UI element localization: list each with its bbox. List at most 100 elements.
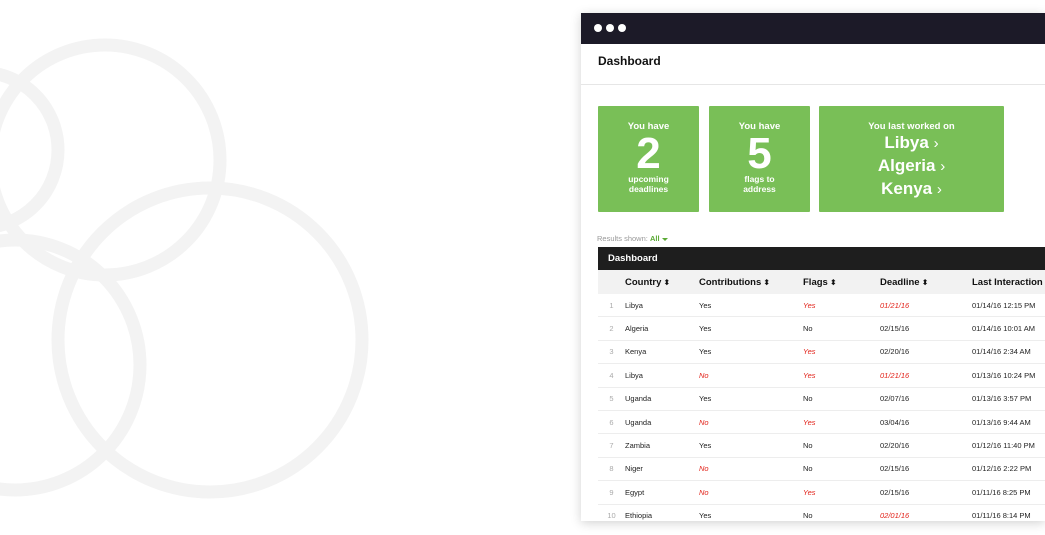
- results-filter: Results shown: All: [597, 234, 668, 243]
- flags-cell: Yes: [803, 480, 880, 505]
- table-body: 1 Libya Yes Yes 01/21/16 01/14/16 12:15 PM 2 Al…: [598, 294, 1045, 521]
- card-label: You last worked on: [868, 121, 955, 132]
- deadline-cell: 02/01/16: [880, 504, 972, 521]
- sort-icon: ⬍: [829, 277, 837, 287]
- deadline-cell: 02/15/16: [880, 480, 972, 505]
- deadlines-card[interactable]: You have 2 upcoming deadlines: [598, 106, 699, 212]
- row-index: 1: [598, 294, 625, 318]
- recent-country-link[interactable]: Libya ›: [819, 132, 1004, 155]
- card-caption: flags to: [744, 174, 775, 184]
- flags-cell: Yes: [803, 340, 880, 365]
- chevron-right-icon: ›: [940, 158, 946, 175]
- row-index: 9: [598, 480, 625, 505]
- contributions-cell: Yes: [699, 504, 803, 521]
- contributions-cell: Yes: [699, 387, 803, 411]
- flags-cell: Yes: [803, 363, 880, 388]
- table-row[interactable]: 8 Niger No No 02/15/16 01/12/16 2:22 PM: [598, 457, 1045, 482]
- deadline-cell: 03/04/16: [880, 410, 972, 435]
- country-cell: Niger: [625, 457, 699, 482]
- flags-cell: Yes: [803, 294, 880, 318]
- table-row[interactable]: 4 Libya No Yes 01/21/16 01/13/16 10:24 PM: [598, 363, 1045, 388]
- flags-cell: No: [803, 433, 880, 458]
- deadline-cell: 02/07/16: [880, 387, 972, 411]
- table-row[interactable]: 5 Uganda Yes No 02/07/16 01/13/16 3:57 PM: [598, 387, 1045, 411]
- column-header-flags[interactable]: Flags ⬍: [803, 270, 880, 294]
- last-interaction-cell: 01/14/16 2:34 AM: [972, 340, 1045, 365]
- window-dot-icon[interactable]: [606, 24, 614, 32]
- deadline-cell: 02/20/16: [880, 433, 972, 458]
- window-dot-icon[interactable]: [618, 24, 626, 32]
- card-caption: upcoming: [628, 174, 669, 184]
- flags-cell: Yes: [803, 410, 880, 435]
- country-cell: Ethiopia: [625, 504, 699, 521]
- card-caption: deadlines: [628, 184, 669, 194]
- dashboard-table: Dashboard Country ⬍ Contributions ⬍ Flags ⬍…: [598, 247, 1045, 521]
- last-interaction-cell: 01/14/16 10:01 AM: [972, 316, 1045, 341]
- table-row[interactable]: 3 Kenya Yes Yes 02/20/16 01/14/16 2:34 AM: [598, 340, 1045, 365]
- country-cell: Uganda: [625, 387, 699, 411]
- page-header: Dashboard: [581, 44, 1045, 85]
- column-label: Country: [625, 276, 662, 288]
- row-index: 7: [598, 433, 625, 458]
- last-interaction-cell: 01/13/16 10:24 PM: [972, 363, 1045, 388]
- last-interaction-cell: 01/13/16 9:44 AM: [972, 410, 1045, 435]
- results-dropdown[interactable]: All: [650, 234, 668, 243]
- table-row[interactable]: 10 Ethiopia Yes No 02/01/16 01/11/16 8:14 PM: [598, 504, 1045, 521]
- country-cell: Algeria: [625, 316, 699, 341]
- contributions-cell: Yes: [699, 294, 803, 318]
- contributions-cell: No: [699, 457, 803, 482]
- sort-icon: ⬍: [921, 277, 929, 287]
- card-caption: address: [743, 184, 776, 194]
- country-link-label: Algeria: [877, 156, 936, 175]
- last-interaction-cell: 01/13/16 3:57 PM: [972, 387, 1045, 411]
- recent-work-card: You last worked on Libya › Algeria › Ken…: [819, 106, 1004, 212]
- deadline-cell: 02/15/16: [880, 457, 972, 482]
- table-row[interactable]: 6 Uganda No Yes 03/04/16 01/13/16 9:44 AM: [598, 410, 1045, 435]
- column-header-deadline[interactable]: Deadline ⬍: [880, 270, 972, 294]
- last-interaction-cell: 01/11/16 8:14 PM: [972, 504, 1045, 521]
- last-interaction-cell: 01/14/16 12:15 PM: [972, 294, 1045, 318]
- country-link-label: Kenya: [881, 179, 933, 198]
- table-row[interactable]: 9 Egypt No Yes 02/15/16 01/11/16 8:25 PM: [598, 480, 1045, 505]
- contributions-cell: No: [699, 480, 803, 505]
- flags-card[interactable]: You have 5 flags to address: [709, 106, 810, 212]
- row-index: 8: [598, 457, 625, 482]
- row-index: 2: [598, 316, 625, 341]
- row-index: 5: [598, 387, 625, 411]
- column-label: Deadline: [880, 276, 920, 288]
- recent-country-link[interactable]: Algeria ›: [819, 155, 1004, 178]
- deadline-cell: 02/20/16: [880, 340, 972, 365]
- window-titlebar: [581, 13, 1045, 44]
- contributions-cell: No: [699, 363, 803, 388]
- row-index: 3: [598, 340, 625, 365]
- row-index: 6: [598, 410, 625, 435]
- results-label: Results shown:: [597, 234, 648, 243]
- table-header-row: Country ⬍ Contributions ⬍ Flags ⬍ Deadline ⬍…: [598, 270, 1045, 294]
- sort-icon: ⬍: [763, 277, 770, 287]
- table-row[interactable]: 7 Zambia Yes No 02/20/16 01/12/16 11:40 PM: [598, 433, 1045, 458]
- column-header-contributions[interactable]: Contributions ⬍: [699, 270, 803, 294]
- contributions-cell: No: [699, 410, 803, 435]
- deadline-cell: 02/15/16: [880, 316, 972, 341]
- column-label: Contributions: [699, 276, 762, 288]
- results-value: All: [649, 234, 660, 243]
- country-link-label: Libya: [884, 133, 929, 152]
- column-header-country[interactable]: Country ⬍: [625, 270, 699, 294]
- recent-country-link[interactable]: Kenya ›: [819, 178, 1004, 201]
- flags-cell: No: [803, 387, 880, 411]
- flags-cell: No: [803, 504, 880, 521]
- country-cell: Libya: [625, 294, 699, 318]
- page-title: Dashboard: [598, 54, 661, 68]
- country-cell: Zambia: [625, 433, 699, 458]
- column-header-last-interaction[interactable]: Last Interaction: [972, 270, 1045, 294]
- table-row[interactable]: 1 Libya Yes Yes 01/21/16 01/14/16 12:15 PM: [598, 294, 1045, 318]
- row-index: 4: [598, 363, 625, 388]
- last-interaction-cell: 01/11/16 8:25 PM: [972, 480, 1045, 505]
- app-window: Dashboard You have 2 upcoming deadlines …: [581, 13, 1045, 521]
- table-row[interactable]: 2 Algeria Yes No 02/15/16 01/14/16 10:01 AM: [598, 316, 1045, 341]
- column-label: Flags: [803, 276, 828, 288]
- contributions-cell: Yes: [699, 316, 803, 341]
- sort-icon: ⬍: [663, 277, 671, 287]
- window-dot-icon[interactable]: [594, 24, 602, 32]
- window-controls[interactable]: [594, 24, 626, 32]
